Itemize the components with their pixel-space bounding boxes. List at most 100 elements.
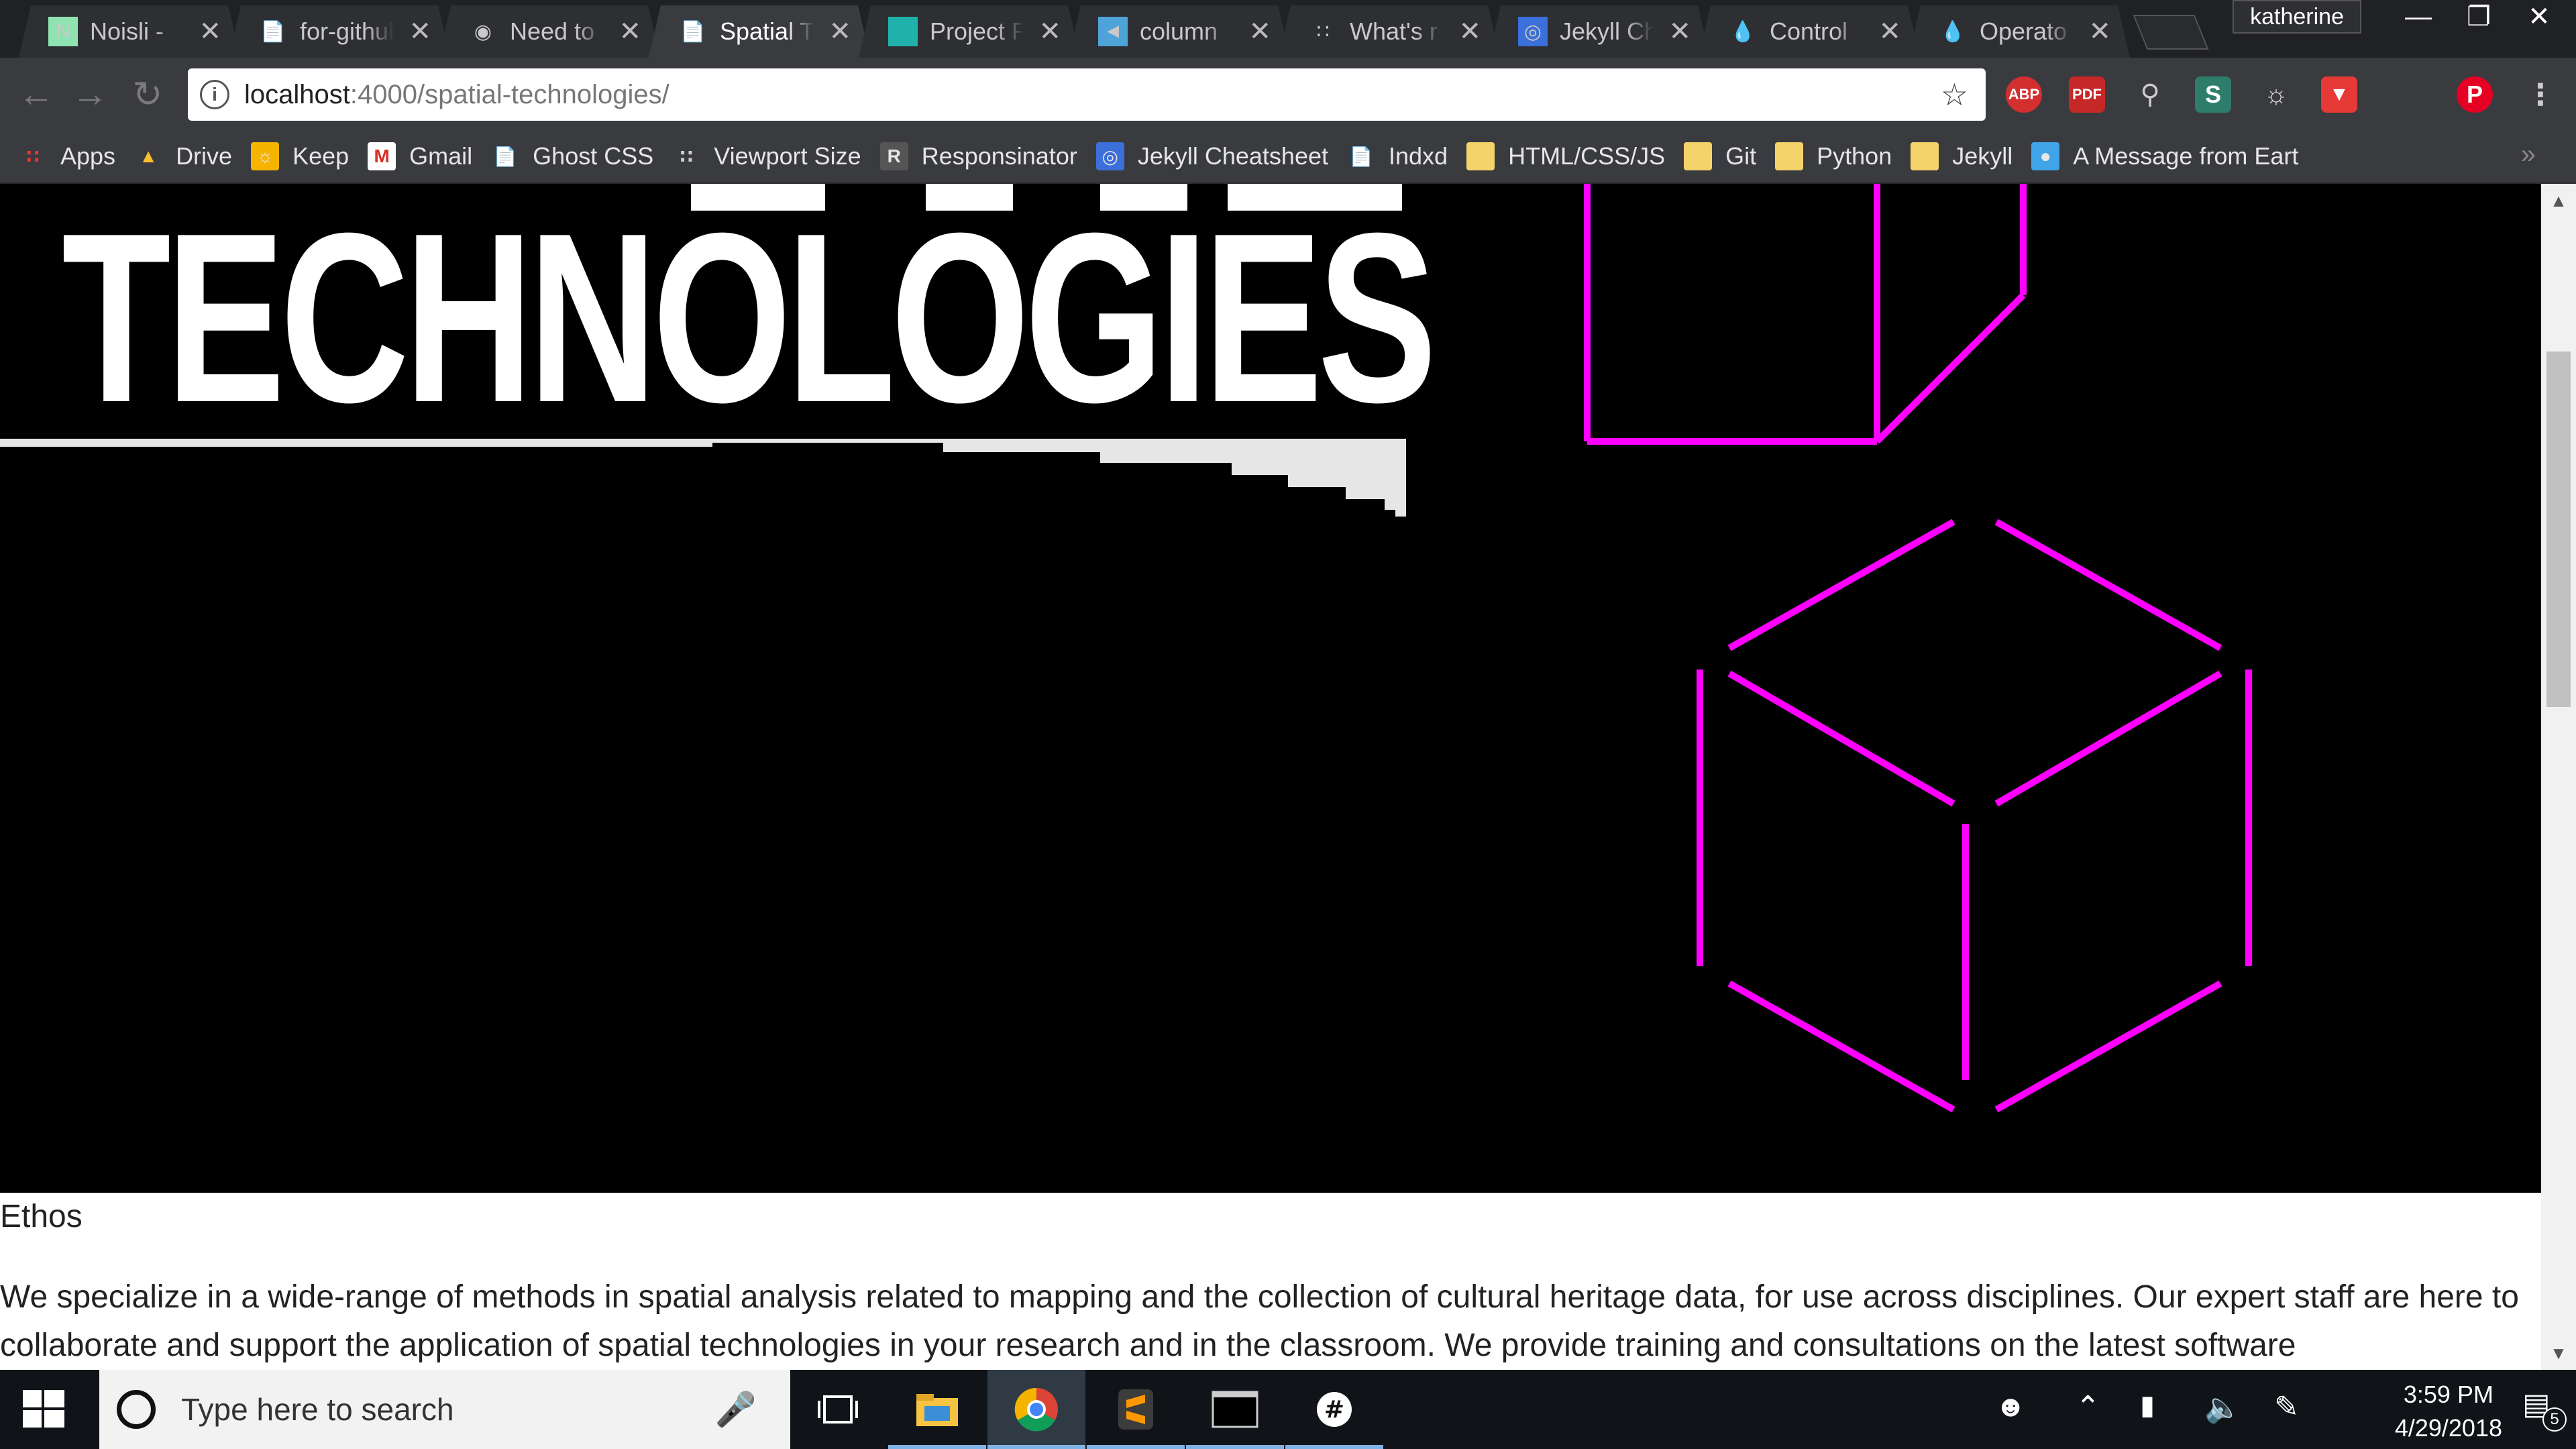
close-window-button[interactable]: ✕	[2509, 0, 2569, 34]
bookmark-item[interactable]: ◎ Jekyll Cheatsheet	[1095, 142, 1328, 170]
restore-button[interactable]: ❐	[2449, 0, 2509, 34]
info-icon[interactable]: i	[200, 80, 229, 109]
close-tab-icon[interactable]: ✕	[1878, 16, 1901, 47]
magnifier-extension-icon[interactable]: ⚲	[2132, 76, 2168, 113]
clock[interactable]: 3:59 PM 4/29/2018	[2395, 1378, 2502, 1445]
bookmark-item[interactable]: ∷ Apps	[19, 142, 115, 170]
s-extension-icon[interactable]: S	[2195, 76, 2231, 113]
content-section: Ethos We specialize in a wide-range of m…	[0, 1193, 2541, 1370]
bookmark-label: Ghost CSS	[533, 142, 654, 170]
close-tab-icon[interactable]: ✕	[1248, 16, 1271, 47]
title-fragment	[1228, 184, 1402, 211]
bookmark-item[interactable]: HTML/CSS/JS	[1466, 142, 1665, 170]
ethos-paragraph: We specialize in a wide-range of methods…	[0, 1279, 2519, 1363]
bookmark-label: Indxd	[1389, 142, 1448, 170]
windows-start-icon[interactable]	[20, 1386, 67, 1433]
bookmark-item[interactable]: Python	[1775, 142, 1892, 170]
page-icon: 📄	[1349, 146, 1373, 167]
microphone-icon[interactable]: 🎤	[715, 1390, 757, 1430]
browser-tab[interactable]: 📄 Spatial T ✕	[649, 5, 870, 58]
bookmark-item[interactable]: ☼ Keep	[251, 142, 349, 170]
bookmark-label: Gmail	[409, 142, 473, 170]
bookmark-item[interactable]: Jekyll	[1911, 142, 2012, 170]
viewport-icon: ∷	[1316, 20, 1330, 43]
close-tab-icon[interactable]: ✕	[828, 16, 851, 47]
adblock-icon[interactable]: ABP	[2006, 76, 2042, 113]
bookmark-item[interactable]: R Responsinator	[879, 142, 1077, 170]
terminal-icon[interactable]	[1186, 1370, 1284, 1449]
clock-date: 4/29/2018	[2394, 1414, 2502, 1442]
close-tab-icon[interactable]: ✕	[409, 16, 431, 47]
drop-icon: 💧	[1940, 20, 1966, 43]
drop-icon: 💧	[1730, 20, 1756, 43]
profile-button[interactable]: katherine	[2233, 0, 2361, 34]
bookmark-item[interactable]: ● A Message from Eart	[2031, 142, 2298, 170]
slack-icon[interactable]: #	[1285, 1370, 1383, 1449]
running-indicator	[1186, 1445, 1284, 1449]
browser-tab[interactable]: 📄 for-github ✕	[229, 5, 450, 58]
running-indicator	[1087, 1445, 1185, 1449]
browser-tab[interactable]: ◉ Need to ✕	[439, 5, 660, 58]
cortana-icon[interactable]	[117, 1390, 156, 1429]
minimize-button[interactable]: —	[2388, 0, 2449, 34]
bookmark-item[interactable]: Git	[1684, 142, 1756, 170]
battery-icon[interactable]: ▮	[2140, 1390, 2155, 1421]
pen-icon[interactable]: ✎	[2274, 1390, 2299, 1424]
url-host: localhost	[244, 79, 350, 109]
close-tab-icon[interactable]: ✕	[1038, 16, 1061, 47]
tab-label: Control	[1770, 17, 1848, 45]
close-tab-icon[interactable]: ✕	[2088, 16, 2111, 47]
scroll-thumb[interactable]	[2546, 352, 2571, 707]
chevron-up-icon[interactable]: ⌃	[2076, 1390, 2100, 1424]
bookmark-item[interactable]: 📄 Indxd	[1347, 142, 1448, 170]
chrome-icon[interactable]	[987, 1370, 1085, 1449]
browser-tab[interactable]: ∷ What's r ✕	[1279, 5, 1500, 58]
close-tab-icon[interactable]: ✕	[199, 16, 221, 47]
browser-tab[interactable]: ◎ Jekyll Ch ✕	[1489, 5, 1710, 58]
bookmark-item[interactable]: ∷ Viewport Size	[672, 142, 861, 170]
sublime-text-icon[interactable]	[1087, 1370, 1185, 1449]
bookmark-item[interactable]: M Gmail	[368, 142, 472, 170]
earth-icon: ●	[2031, 142, 2060, 170]
address-bar[interactable]: i localhost:4000/spatial-technologies/ ☆	[188, 68, 1986, 121]
scroll-up-icon[interactable]: ▲	[2541, 184, 2576, 217]
tab-label: Jekyll Ch	[1560, 17, 1654, 45]
section-heading: Ethos	[0, 1199, 83, 1234]
browser-tab[interactable]: 💧 Control ✕	[1699, 5, 1920, 58]
reload-icon[interactable]: ↻	[123, 70, 172, 118]
folder-icon	[1775, 142, 1804, 170]
new-tab-button[interactable]	[2133, 15, 2209, 50]
search-placeholder: Type here to search	[181, 1392, 454, 1427]
tab-label: Operato	[1980, 17, 2068, 45]
file-explorer-icon[interactable]	[888, 1370, 986, 1449]
menu-icon[interactable]: ⋮	[2522, 76, 2559, 113]
browser-tab[interactable]: 💧 Operato ✕	[1909, 5, 2130, 58]
people-icon[interactable]: ☻	[1995, 1390, 2026, 1424]
browser-tab[interactable]: ◄ column ✕	[1069, 5, 1290, 58]
taskbar-search[interactable]: Type here to search 🎤	[99, 1370, 790, 1449]
stepped-underline	[0, 439, 1406, 517]
browser-tab[interactable]: Project F ✕	[859, 5, 1080, 58]
notifications-icon[interactable]: ▤ 5	[2522, 1387, 2567, 1432]
close-tab-icon[interactable]: ✕	[619, 16, 641, 47]
pocket-icon[interactable]: ▼	[2321, 76, 2357, 113]
close-tab-icon[interactable]: ✕	[1668, 16, 1691, 47]
task-view-icon[interactable]	[789, 1370, 887, 1449]
back-icon[interactable]: ←	[12, 70, 60, 118]
keep-icon: ☼	[251, 142, 280, 170]
bookmark-star-icon[interactable]: ☆	[1941, 76, 1968, 113]
bookmark-item[interactable]: 📄 Ghost CSS	[491, 142, 654, 170]
pinterest-icon[interactable]: P	[2457, 76, 2493, 113]
page-icon: 📄	[493, 146, 517, 167]
bookmark-item[interactable]: ▲ Drive	[134, 142, 232, 170]
volume-icon[interactable]: 🔈	[2204, 1390, 2241, 1425]
scroll-down-icon[interactable]: ▼	[2541, 1336, 2576, 1370]
web-page: TECHNOLOGIES Ethos We specialize in a wi…	[0, 184, 2541, 1370]
bulb-icon[interactable]: ☼	[2258, 76, 2294, 113]
browser-tab[interactable]: N Noisli - ✕	[19, 5, 240, 58]
page-scrollbar[interactable]: ▲ ▼	[2541, 184, 2576, 1370]
close-tab-icon[interactable]: ✕	[1458, 16, 1481, 47]
pdf-icon[interactable]: PDF	[2069, 76, 2105, 113]
more-bookmarks-icon[interactable]: »	[2521, 140, 2536, 170]
forward-icon[interactable]: →	[66, 70, 114, 118]
